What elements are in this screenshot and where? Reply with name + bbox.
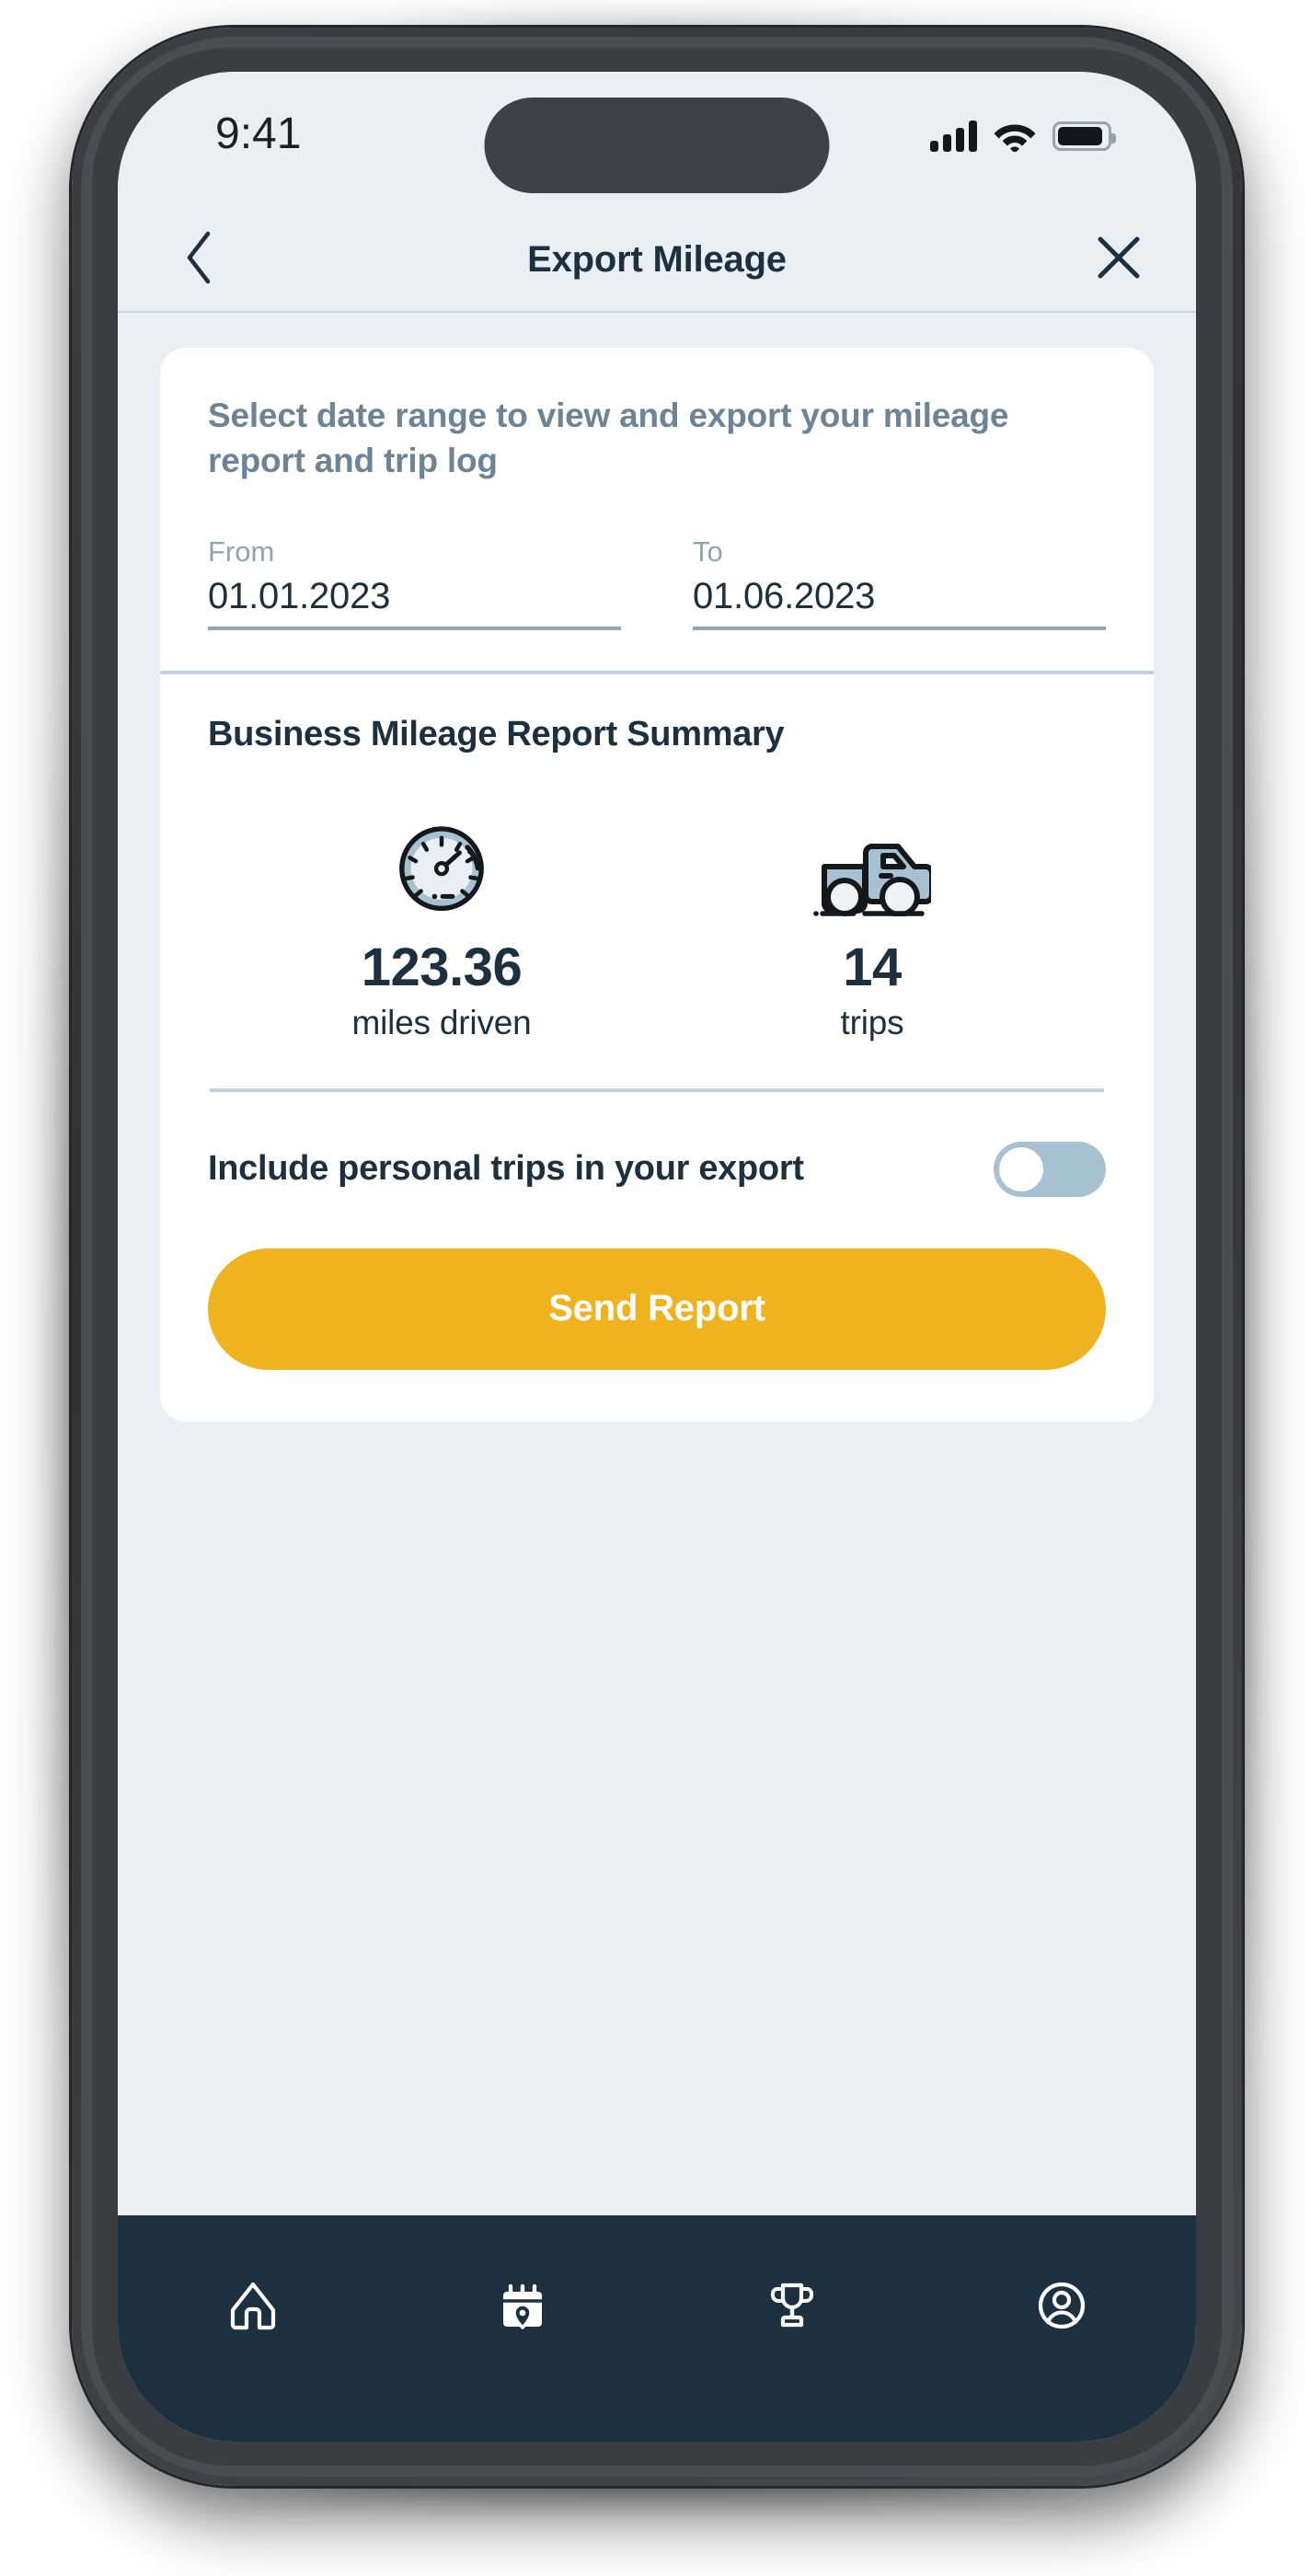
include-personal-trips-label: Include personal trips in your export <box>208 1149 804 1189</box>
toggle-knob <box>999 1146 1043 1191</box>
summary-section: Business Mileage Report Summary 123.36 m… <box>160 674 1154 1421</box>
nav-item-home[interactable] <box>118 2263 387 2352</box>
date-field-to[interactable]: To 01.06.2023 <box>693 535 1106 630</box>
miles-driven-value: 123.36 <box>361 937 523 997</box>
battery-icon <box>1052 121 1116 151</box>
status-bar: 9:41 <box>118 72 1196 208</box>
speedometer-icon <box>392 797 491 916</box>
miles-driven-label: miles driven <box>351 1003 532 1041</box>
signal-bars-icon <box>930 121 977 152</box>
chevron-left-icon <box>183 231 214 289</box>
to-date-label: To <box>693 535 723 568</box>
export-card: Select date range to view and export you… <box>160 348 1154 1421</box>
home-icon <box>224 2277 282 2339</box>
intro-description: Select date range to view and export you… <box>208 397 1009 479</box>
nav-item-rewards[interactable] <box>657 2263 926 2352</box>
date-range-row: From 01.01.2023 To 01.06.2023 <box>208 535 1106 630</box>
pickup-truck-icon <box>813 797 931 916</box>
app-header: Export Mileage <box>118 208 1196 313</box>
to-date-value: 01.06.2023 <box>693 575 876 616</box>
status-bar-icons <box>930 116 1116 156</box>
from-date-input[interactable]: 01.01.2023 <box>208 576 621 630</box>
account-circle-icon <box>1033 2277 1090 2339</box>
bottom-navigation-bar <box>118 2215 1196 2442</box>
stat-trips: 14 trips <box>657 797 1087 1042</box>
wifi-icon <box>994 121 1036 152</box>
main-content: Select date range to view and export you… <box>118 315 1196 2215</box>
trips-label: trips <box>840 1003 904 1041</box>
from-date-value: 01.01.2023 <box>208 575 391 616</box>
from-date-label: From <box>208 535 275 568</box>
date-field-from[interactable]: From 01.01.2023 <box>208 535 621 630</box>
summary-title: Business Mileage Report Summary <box>208 714 785 753</box>
trips-value: 14 <box>843 937 902 997</box>
nav-item-trips[interactable] <box>387 2263 657 2352</box>
nav-item-profile[interactable] <box>926 2263 1196 2352</box>
close-button[interactable] <box>1086 226 1152 293</box>
status-bar-time: 9:41 <box>215 109 302 158</box>
phone-screen: 9:41 Export Mileage Select date range to… <box>118 72 1196 2442</box>
page-title: Export Mileage <box>527 238 787 280</box>
back-button[interactable] <box>166 226 232 293</box>
summary-stats-row: 123.36 miles driven 14 trips <box>208 797 1106 1042</box>
summary-toggle-divider <box>210 1087 1104 1092</box>
stat-miles-driven: 123.36 miles driven <box>226 797 657 1042</box>
include-personal-trips-toggle[interactable] <box>994 1141 1106 1197</box>
close-x-icon <box>1095 234 1143 286</box>
trophy-icon <box>764 2277 821 2339</box>
include-personal-trips-row: Include personal trips in your export <box>208 1141 1106 1197</box>
calendar-location-icon <box>494 2277 551 2339</box>
to-date-input[interactable]: 01.06.2023 <box>693 576 1106 630</box>
dynamic-island <box>484 98 830 193</box>
send-report-button[interactable]: Send Report <box>208 1248 1106 1370</box>
date-range-section: Select date range to view and export you… <box>160 348 1154 671</box>
